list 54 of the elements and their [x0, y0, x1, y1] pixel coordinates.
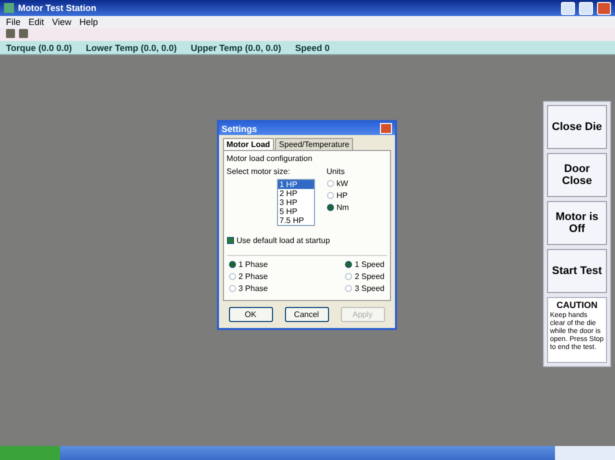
system-tray	[555, 446, 615, 460]
radio-button[interactable]	[344, 261, 352, 268]
menu-item[interactable]: Edit	[28, 17, 44, 27]
radio-button[interactable]	[326, 192, 334, 199]
close-button[interactable]	[597, 2, 611, 14]
notice-title: CAUTION	[556, 300, 598, 310]
radio-button[interactable]	[326, 204, 334, 211]
size-list[interactable]: 1 HP 2 HP 3 HP 5 HP 7.5 HP	[276, 179, 314, 226]
radio-button[interactable]	[326, 180, 334, 187]
dialog-button[interactable]: Cancel	[284, 307, 328, 322]
radio-label: 3 Phase	[238, 284, 268, 293]
start-button[interactable]	[0, 446, 60, 460]
radio-label: 2 Phase	[238, 272, 268, 281]
radio-label: 3 Speed	[354, 284, 384, 293]
menu-item[interactable]: Help	[79, 17, 98, 27]
radio-button[interactable]	[344, 273, 352, 280]
tab[interactable]: Motor Load	[222, 138, 274, 150]
radio-button[interactable]	[228, 285, 236, 292]
menu-item[interactable]: File	[6, 17, 21, 27]
status-reading: Speed 0	[295, 42, 330, 52]
side-button[interactable]: Close Die	[547, 105, 607, 149]
field-label: Select motor size:	[226, 167, 292, 176]
radio-button[interactable]	[344, 285, 352, 292]
list-item[interactable]: 3 HP	[278, 198, 314, 207]
radio-button[interactable]	[228, 273, 236, 280]
radio-label: 1 Phase	[238, 260, 268, 269]
dialog-button[interactable]: OK	[228, 307, 272, 322]
list-item[interactable]: 2 HP	[278, 189, 314, 198]
dialog-title: Settings	[222, 124, 258, 134]
status-reading: Lower Temp (0.0, 0.0)	[86, 42, 177, 52]
checkbox-label: Use default load at startup	[236, 236, 330, 245]
radio-label: 2 Speed	[354, 272, 384, 281]
side-button[interactable]: Motor is Off	[547, 201, 607, 245]
tab[interactable]: Speed/Temperature	[275, 138, 354, 150]
side-button[interactable]: Door Close	[547, 153, 607, 197]
checkbox[interactable]	[226, 237, 234, 244]
list-item[interactable]: 5 HP	[278, 207, 314, 216]
radio-label: HP	[336, 191, 348, 200]
app-icon	[4, 3, 14, 13]
radio-label: kW	[336, 179, 348, 188]
maximize-button[interactable]	[579, 2, 593, 14]
list-item[interactable]: 1 HP	[278, 180, 314, 189]
group-label: Units	[326, 167, 346, 176]
minimize-button[interactable]	[561, 2, 575, 14]
radio-label: 1 Speed	[354, 260, 384, 269]
menu-item[interactable]: View	[52, 17, 72, 27]
radio-label: Nm	[336, 203, 349, 212]
window-title: Motor Test Station	[18, 3, 98, 13]
status-reading: Torque (0.0 0.0)	[6, 42, 72, 52]
group-label: Motor load configuration	[226, 154, 314, 163]
list-item[interactable]: 7.5 HP	[278, 216, 314, 225]
radio-button[interactable]	[228, 261, 236, 268]
side-button[interactable]: Start Test	[547, 249, 607, 293]
status-reading: Upper Temp (0.0, 0.0)	[190, 42, 282, 52]
